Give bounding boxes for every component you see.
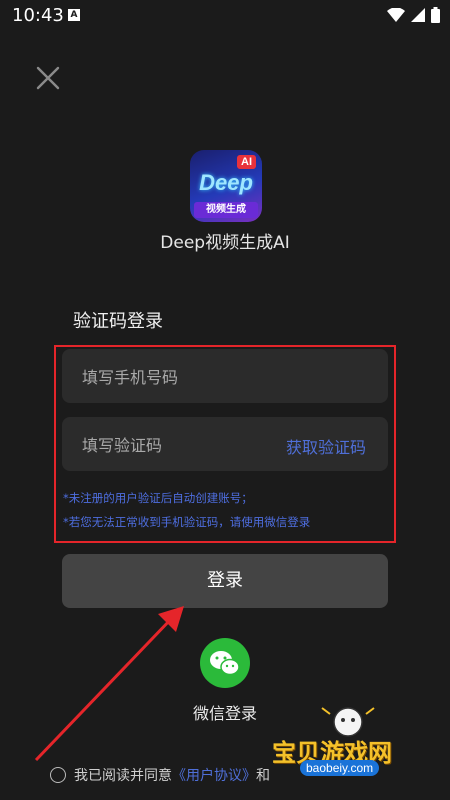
logo-ai-badge: AI — [237, 155, 256, 169]
signal-icon — [411, 8, 425, 22]
logo-word: Deep — [199, 170, 253, 195]
agreement-radio[interactable] — [50, 767, 66, 783]
agreement-row: 我已阅读并同意 《用户协议》 和 — [50, 765, 270, 785]
notice-line-1: *未注册的用户验证后自动创建账号； — [63, 491, 253, 505]
status-bar: 10:43 A — [0, 0, 450, 32]
app-logo: AI Deep 视频生成 — [190, 150, 262, 222]
system-icons — [387, 7, 440, 23]
section-title: 验证码登录 — [73, 311, 163, 332]
status-time: 10:43 — [12, 5, 64, 26]
wechat-icon[interactable] — [200, 638, 250, 688]
wifi-icon — [387, 8, 405, 22]
code-field: 获取验证码 — [62, 417, 388, 473]
code-input[interactable] — [80, 417, 284, 473]
wechat-bubbles-icon — [210, 651, 240, 676]
get-code-button[interactable]: 获取验证码 — [286, 434, 366, 458]
phone-input[interactable] — [80, 349, 284, 405]
agreement-suffix: 和 — [256, 768, 270, 784]
login-button[interactable]: 登录 — [62, 554, 388, 608]
notification-icon: A — [68, 9, 80, 21]
agreement-prefix: 我已阅读并同意 — [74, 768, 172, 784]
notice-line-2: *若您无法正常收到手机验证码，请使用微信登录 — [63, 515, 311, 529]
app-name: Deep视频生成AI — [160, 233, 290, 253]
user-agreement-link[interactable]: 《用户协议》 — [172, 765, 256, 785]
watermark-url: baobeiy.com — [300, 760, 380, 776]
battery-icon — [431, 7, 440, 23]
logo-band: 视频生成 — [194, 202, 258, 218]
phone-field — [62, 349, 388, 405]
close-icon[interactable] — [34, 64, 62, 92]
